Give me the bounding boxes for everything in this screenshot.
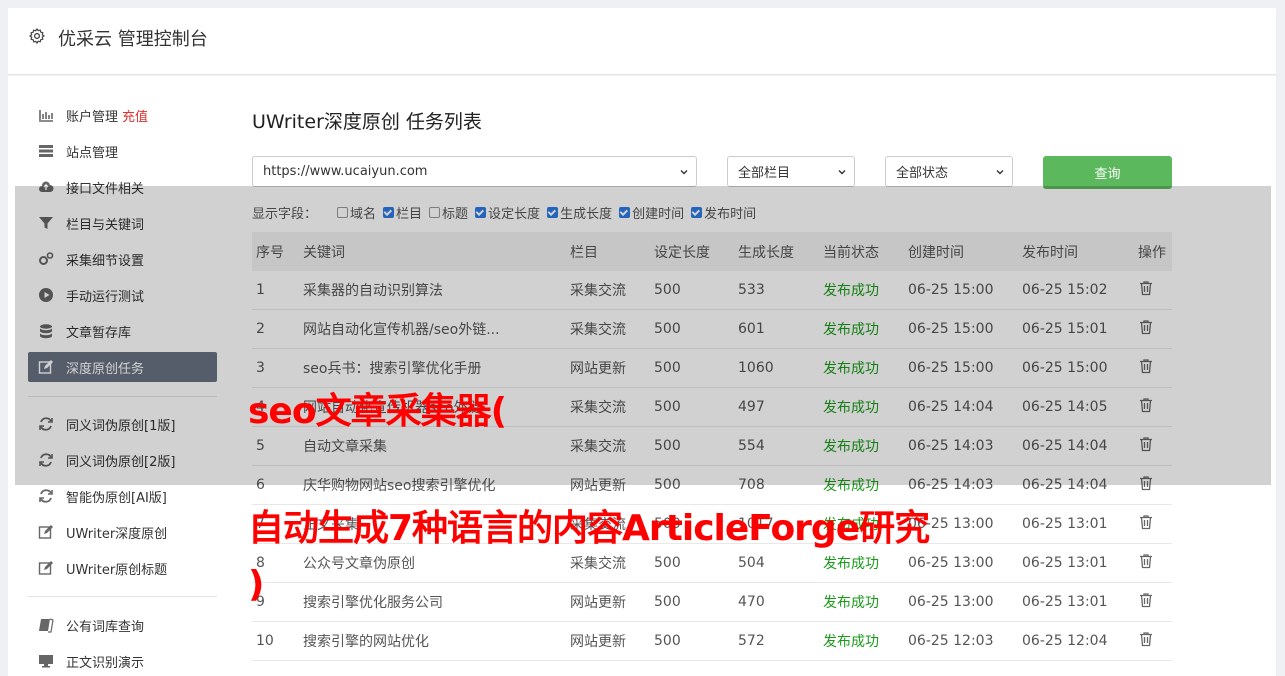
banner-title-line-1: seo文章采集器( [248, 391, 507, 432]
cell-created: 06-25 13:00 [908, 594, 994, 610]
edit-icon [38, 524, 54, 540]
sidebar-item-label: 正文识别演示 [66, 655, 145, 671]
cell-column: 网站更新 [570, 634, 626, 650]
cell-published: 06-25 13:01 [1022, 594, 1108, 610]
cell-status: 发布成功 [823, 556, 879, 572]
sidebar-item-label: 站点管理 [66, 145, 119, 161]
chevron-down-icon [680, 170, 688, 175]
cell-keyword: 搜索引擎优化服务公司 [303, 595, 443, 611]
cell-keyword: 搜索引擎的网站优化 [303, 634, 429, 650]
chevron-down-icon [996, 170, 1004, 175]
status-select-value: 全部状态 [896, 166, 949, 181]
cell-created: 06-25 13:00 [908, 555, 994, 571]
bar-chart-icon [38, 107, 54, 123]
cell-status: 发布成功 [823, 634, 879, 650]
sidebar-item-ai-rewrite[interactable]: 智能伪原创[AI版] [28, 481, 217, 511]
cell-status: 发布成功 [823, 595, 879, 611]
cell-created: 06-25 12:03 [908, 633, 994, 649]
sidebar-item-uwriter-title[interactable]: UWriter原创标题 [28, 553, 217, 583]
gear-icon [29, 28, 45, 44]
cell-published: 06-25 13:01 [1022, 516, 1108, 532]
cell-column: 网站更新 [570, 595, 626, 611]
query-button[interactable]: 查询 [1043, 156, 1172, 189]
delete-button[interactable] [1138, 514, 1154, 534]
sidebar-item-label: 账户管理 [66, 109, 119, 125]
server-icon [38, 143, 54, 159]
status-select[interactable]: 全部状态 [885, 156, 1013, 187]
sidebar-item-label: UWriter深度原创 [66, 526, 168, 542]
cell-published: 06-25 13:01 [1022, 555, 1108, 571]
cell-gen-length: 470 [738, 594, 765, 610]
sidebar-item-label: 智能伪原创[AI版] [66, 490, 167, 506]
edit-icon [38, 560, 54, 576]
delete-button[interactable] [1138, 592, 1154, 612]
sidebar-item-public-dict[interactable]: 公有词库查询 [28, 610, 217, 640]
banner-title-line-3: ) [248, 564, 264, 605]
cell-published: 06-25 12:04 [1022, 633, 1108, 649]
cell-gen-length: 504 [738, 555, 765, 571]
trash-icon [1140, 554, 1152, 569]
table-row: 9 搜索引擎优化服务公司 网站更新 500 470 发布成功 06-25 13:… [252, 583, 1172, 622]
site-select[interactable]: https://www.ucaiyun.com [252, 156, 697, 187]
cell-keyword: 公众号文章伪原创 [303, 556, 415, 572]
column-select-value: 全部栏目 [738, 166, 791, 181]
sidebar-item-uwriter-deep[interactable]: UWriter深度原创 [28, 517, 217, 547]
sidebar-item-account[interactable]: 账户管理 充值 [28, 100, 217, 130]
app-title: 优采云 管理控制台 [58, 29, 208, 50]
image-overlay [15, 186, 1271, 485]
cell-index: 10 [256, 633, 274, 649]
cell-column: 采集交流 [570, 556, 626, 572]
sidebar-item-sites[interactable]: 站点管理 [28, 136, 217, 166]
sidebar-item-label: 公有词库查询 [66, 619, 145, 635]
refresh-icon [38, 488, 54, 504]
recharge-link[interactable]: 充值 [122, 106, 148, 125]
cell-set-length: 500 [654, 555, 681, 571]
trash-icon [1140, 593, 1152, 608]
cell-set-length: 500 [654, 594, 681, 610]
trash-icon [1140, 632, 1152, 647]
chevron-down-icon [838, 170, 846, 175]
trash-icon [1140, 515, 1152, 530]
header-bar: 优采云 管理控制台 [8, 8, 1276, 75]
column-select[interactable]: 全部栏目 [727, 156, 855, 187]
page-title: UWriter深度原创 任务列表 [252, 111, 482, 133]
banner-title-line-2: 自动生成7种语言的内容ArticleForge研究 [248, 508, 930, 549]
delete-button[interactable] [1138, 631, 1154, 651]
cell-gen-length: 572 [738, 633, 765, 649]
site-select-value: https://www.ucaiyun.com [263, 164, 428, 179]
divider [28, 596, 217, 597]
monitor-icon [38, 653, 54, 669]
table-row: 8 公众号文章伪原创 采集交流 500 504 发布成功 06-25 13:00… [252, 544, 1172, 583]
sidebar-item-text-detect[interactable]: 正文识别演示 [28, 646, 217, 676]
sidebar-item-label: UWriter原创标题 [66, 562, 168, 578]
cell-set-length: 500 [654, 633, 681, 649]
delete-button[interactable] [1138, 553, 1154, 573]
book-icon [38, 617, 54, 633]
table-row: 10 搜索引擎的网站优化 网站更新 500 572 发布成功 06-25 12:… [252, 622, 1172, 661]
